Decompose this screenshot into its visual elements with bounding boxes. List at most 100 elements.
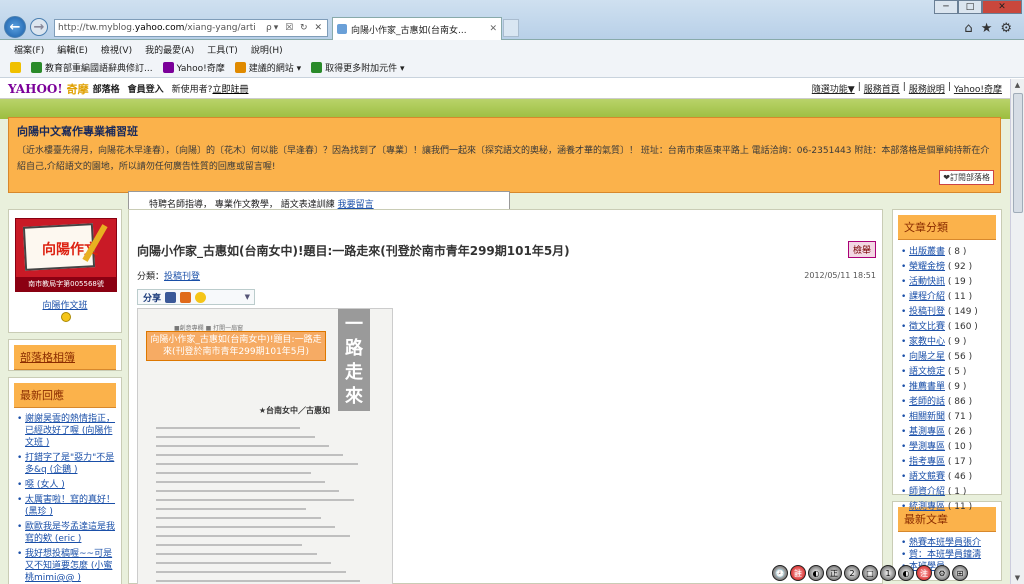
tray-icon[interactable]: 注	[916, 565, 932, 581]
tray-icon[interactable]: 2	[844, 565, 860, 581]
tray-icon[interactable]: 1	[880, 565, 896, 581]
newest-post-link[interactable]: 賀：本班學員鐘濤	[909, 550, 981, 560]
plurk-icon[interactable]	[180, 291, 192, 303]
new-tab-button[interactable]	[503, 19, 519, 37]
yahoo-right-links: 隨選功能▼ | 服務首頁 | 服務說明 | Yahoo!奇摩	[812, 82, 1002, 95]
right-sidebar: 文章分類 出版叢書 ( 8 )榮耀金榜 ( 92 )活動快訊 ( 19 )課程介…	[892, 209, 1002, 584]
category-link[interactable]: 相關新聞	[909, 412, 945, 422]
tray-icon[interactable]: □	[862, 565, 878, 581]
avatar-license: 南市教局字第005568號	[16, 277, 116, 291]
register-link[interactable]: 立即註冊	[212, 82, 248, 95]
share-widget[interactable]: 分享 ▼	[137, 289, 255, 305]
yahoo-right-link[interactable]: Yahoo!奇摩	[954, 82, 1002, 95]
tray-icon[interactable]: ⊞	[952, 565, 968, 581]
address-controls[interactable]: ρ▾ ☒ ↻ ✕	[266, 23, 327, 33]
minimize-button[interactable]: ─	[934, 0, 958, 14]
facebook-icon[interactable]	[165, 291, 177, 303]
category-link[interactable]: 師資介紹	[909, 487, 945, 497]
menu-item[interactable]: 我的最愛(A)	[145, 43, 194, 56]
category-link[interactable]: 語文競賽	[909, 472, 945, 482]
comment-link[interactable]: 太厲害啦！寫的真好！	[25, 495, 115, 505]
comment-author-link[interactable]: (黑珍 )	[25, 507, 53, 517]
tray-icon[interactable]: ◐	[898, 565, 914, 581]
comment-author-link[interactable]: (eric )	[55, 534, 82, 544]
yahoo-logo-sub: 奇摩	[66, 82, 89, 96]
close-window-button[interactable]: ✕	[982, 0, 1022, 14]
category-link[interactable]: 出版叢書	[909, 247, 945, 257]
category-link[interactable]: 推薦書單	[909, 382, 945, 392]
dictionary-icon	[31, 62, 42, 73]
category-link[interactable]: 學測專區	[909, 442, 945, 452]
menu-item[interactable]: 檢視(V)	[101, 43, 132, 56]
favorites-item[interactable]: 建議的網站 ▾	[234, 61, 301, 74]
favorites-item[interactable]: 取得更多附加元件 ▾	[311, 61, 404, 74]
category-link[interactable]: 活動快訊	[909, 277, 945, 287]
home-icon[interactable]: ⌂	[964, 21, 972, 36]
favorites-item[interactable]: Yahoo!奇摩	[162, 61, 225, 74]
category-link[interactable]: 向陽之星	[909, 352, 945, 362]
category-link[interactable]: 課程介紹	[909, 292, 945, 302]
category-link[interactable]: 投稿刊登	[909, 307, 945, 317]
tray-icon[interactable]: ⚙	[934, 565, 950, 581]
scrollbar-thumb[interactable]	[1013, 93, 1023, 213]
category-item: 基測專區 ( 26 )	[901, 425, 997, 440]
yahoo-logo[interactable]: YAHOO!	[8, 82, 63, 96]
yahoo-right-link[interactable]: 隨選功能▼	[812, 82, 855, 95]
category-link[interactable]: 投稿刊登	[164, 272, 200, 282]
blog-label[interactable]: 部落格	[93, 82, 120, 95]
tray-icon[interactable]: 🕗	[772, 565, 788, 581]
favorites-star-icon[interactable]: ★	[981, 21, 993, 36]
category-link[interactable]: 榮耀金榜	[909, 262, 945, 272]
category-link[interactable]: 指考專區	[909, 457, 945, 467]
report-button[interactable]: 檢舉	[847, 241, 876, 258]
favorites-item[interactable]: 教育部重編國語辭典修訂...	[31, 61, 153, 74]
category-item: 相關新聞 ( 71 )	[901, 410, 997, 425]
newest-post-link[interactable]: 熱賽本班學員張介	[909, 538, 981, 548]
category-link[interactable]: 家教中心	[909, 337, 945, 347]
category-count: ( 86 )	[947, 397, 973, 407]
menu-item[interactable]: 檔案(F)	[14, 43, 44, 56]
profile-name-link[interactable]: 向陽作文班	[42, 301, 87, 311]
category-count: ( 149 )	[947, 307, 978, 317]
menu-bar: 檔案(F) 編輯(E) 檢視(V) 我的最愛(A) 工具(T) 說明(H)	[0, 40, 1024, 58]
scroll-up-icon[interactable]: ▲	[1011, 79, 1024, 91]
scroll-down-icon[interactable]: ▼	[1011, 572, 1024, 584]
tray-icon[interactable]: ◐	[808, 565, 824, 581]
category-link[interactable]: 徵文比賽	[909, 322, 945, 332]
gear-icon[interactable]: ⚙	[1000, 21, 1012, 36]
blog-title[interactable]: 向陽中文寫作專業補習班	[17, 123, 992, 139]
forward-arrow-icon[interactable]: →	[30, 18, 48, 36]
menu-item[interactable]: 工具(T)	[207, 43, 238, 56]
scan-text-lines	[156, 427, 362, 584]
tab-current[interactable]: 向陽小作家_古惠如(台南女... ✕	[332, 17, 502, 40]
tray-icon[interactable]: 註	[790, 565, 806, 581]
chevron-down-icon[interactable]: ▼	[245, 293, 250, 301]
comment-link[interactable]: 噁	[25, 480, 37, 490]
category-link[interactable]: 老師的話	[909, 397, 945, 407]
comment-author-link[interactable]: (女人 )	[37, 480, 65, 490]
comment-author-link[interactable]: (企鵝 )	[50, 465, 78, 475]
back-arrow-icon[interactable]: ←	[4, 16, 26, 38]
subscribe-button[interactable]: ❤訂閱部落格	[939, 170, 994, 185]
tab-close-icon[interactable]: ✕	[489, 24, 497, 34]
tab-favicon-icon	[337, 24, 347, 34]
vertical-scrollbar[interactable]: ▲ ▼	[1010, 79, 1024, 584]
yahoo-right-link[interactable]: 服務首頁	[864, 82, 900, 95]
scan-text-line	[156, 553, 317, 555]
category-link[interactable]: 基測專區	[909, 427, 945, 437]
avatar[interactable]: 向陽作文 南市教局字第005568號	[15, 218, 117, 292]
album-link[interactable]: 部落格相簿	[20, 351, 75, 364]
address-bar[interactable]: http://tw.myblog. yahoo.com/xiang-yang/ar…	[54, 19, 328, 37]
category-link[interactable]: 統測專區	[909, 502, 945, 512]
login-link[interactable]: 會員登入	[128, 82, 164, 95]
maximize-button[interactable]: □	[958, 0, 982, 14]
smiley-share-icon[interactable]	[195, 291, 207, 303]
tray-icon[interactable]: 正	[826, 565, 842, 581]
menu-item[interactable]: 編輯(E)	[57, 43, 88, 56]
addons-icon	[311, 62, 323, 73]
category-item: 向陽之星 ( 56 )	[901, 350, 997, 365]
yahoo-right-link[interactable]: 服務說明	[909, 82, 945, 95]
menu-item[interactable]: 說明(H)	[251, 43, 283, 56]
category-link[interactable]: 語文檢定	[909, 367, 945, 377]
favorites-item[interactable]	[10, 62, 21, 73]
